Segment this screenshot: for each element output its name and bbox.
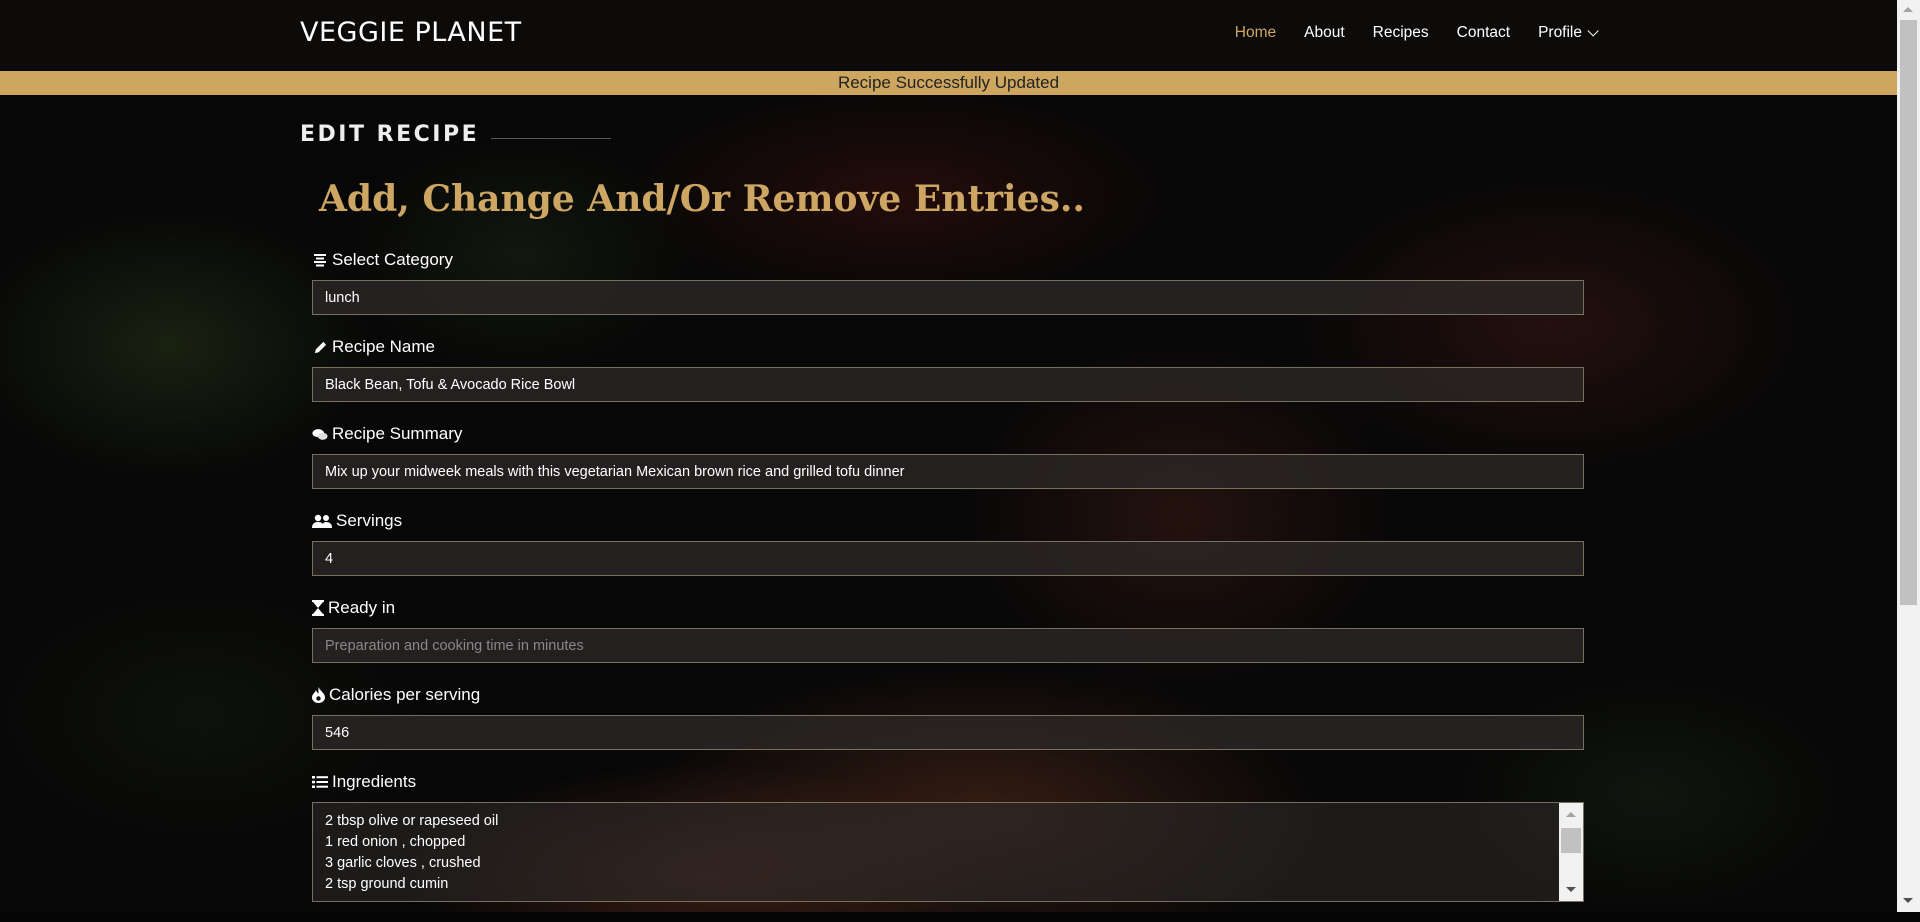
ingredients-scrollbar[interactable] bbox=[1559, 803, 1583, 901]
recipe-name-input[interactable] bbox=[312, 367, 1584, 402]
recipe-name-group: Recipe Name bbox=[312, 335, 1584, 402]
calories-group: Calories per serving bbox=[312, 683, 1584, 750]
page-scrollbar-thumb[interactable] bbox=[1900, 20, 1917, 605]
section-title-text: EDIT RECIPE bbox=[300, 122, 480, 147]
summary-label-text: Recipe Summary bbox=[332, 424, 463, 443]
page-heading: Add, Change And/Or Remove Entries.. bbox=[319, 178, 1085, 220]
section-title-divider bbox=[491, 138, 612, 139]
calories-label-text: Calories per serving bbox=[329, 685, 481, 704]
align-center-icon bbox=[312, 252, 328, 268]
fire-icon bbox=[312, 687, 325, 703]
servings-input[interactable] bbox=[312, 541, 1584, 576]
category-input[interactable] bbox=[312, 280, 1584, 315]
ingredients-group: Ingredients 2 tbsp olive or rapeseed oil… bbox=[312, 770, 1584, 902]
nav-recipes[interactable]: Recipes bbox=[1373, 24, 1429, 42]
ready-in-label-text: Ready in bbox=[328, 598, 396, 617]
ready-in-input[interactable] bbox=[312, 628, 1584, 663]
edit-recipe-form: Select Category Recipe Name Recipe Summa… bbox=[312, 248, 1584, 922]
navbar: VEGGIE PLANET Home About Recipes Contact… bbox=[0, 0, 1897, 70]
hourglass-icon bbox=[312, 600, 324, 616]
category-label: Select Category bbox=[312, 248, 1584, 272]
summary-label: Recipe Summary bbox=[312, 422, 1584, 446]
summary-input[interactable] bbox=[312, 454, 1584, 489]
page-scroll-down-arrow-icon[interactable] bbox=[1903, 898, 1913, 903]
calories-label: Calories per serving bbox=[312, 683, 1584, 707]
summary-group: Recipe Summary bbox=[312, 422, 1584, 489]
calories-input[interactable] bbox=[312, 715, 1584, 750]
brand-logo[interactable]: VEGGIE PLANET bbox=[300, 17, 522, 48]
ingredients-textarea-wrapper: 2 tbsp olive or rapeseed oil 1 red onion… bbox=[312, 802, 1584, 902]
nav-contact[interactable]: Contact bbox=[1457, 24, 1510, 42]
page-scrollbar[interactable] bbox=[1897, 0, 1920, 912]
comments-icon bbox=[312, 426, 328, 442]
ingredients-label-text: Ingredients bbox=[332, 772, 417, 791]
recipe-name-label-text: Recipe Name bbox=[332, 337, 435, 356]
servings-label-text: Servings bbox=[336, 511, 403, 530]
recipe-name-label: Recipe Name bbox=[312, 335, 1584, 359]
pencil-icon bbox=[312, 339, 328, 355]
servings-group: Servings bbox=[312, 509, 1584, 576]
servings-label: Servings bbox=[312, 509, 1584, 533]
section-title: EDIT RECIPE bbox=[300, 122, 612, 147]
nav-profile[interactable]: Profile bbox=[1538, 24, 1599, 42]
category-group: Select Category bbox=[312, 248, 1584, 315]
nav-profile-label: Profile bbox=[1538, 24, 1582, 41]
category-label-text: Select Category bbox=[332, 250, 453, 269]
ready-in-label: Ready in bbox=[312, 596, 1584, 620]
ingredients-textarea[interactable]: 2 tbsp olive or rapeseed oil 1 red onion… bbox=[313, 803, 1561, 901]
success-alert: Recipe Successfully Updated bbox=[0, 71, 1897, 95]
nav-menu: Home About Recipes Contact Profile bbox=[1207, 24, 1599, 42]
chevron-down-icon bbox=[1587, 25, 1599, 37]
nav-about[interactable]: About bbox=[1304, 24, 1345, 42]
users-icon bbox=[312, 513, 332, 529]
ingredients-label: Ingredients bbox=[312, 770, 1584, 794]
page-scroll-up-arrow-icon[interactable] bbox=[1903, 7, 1913, 12]
scroll-down-arrow-icon[interactable] bbox=[1566, 887, 1576, 892]
nav-home[interactable]: Home bbox=[1235, 24, 1276, 42]
scroll-up-arrow-icon[interactable] bbox=[1566, 812, 1576, 817]
scrollbar-thumb[interactable] bbox=[1561, 828, 1581, 853]
ready-in-group: Ready in bbox=[312, 596, 1584, 663]
list-icon bbox=[312, 774, 328, 790]
